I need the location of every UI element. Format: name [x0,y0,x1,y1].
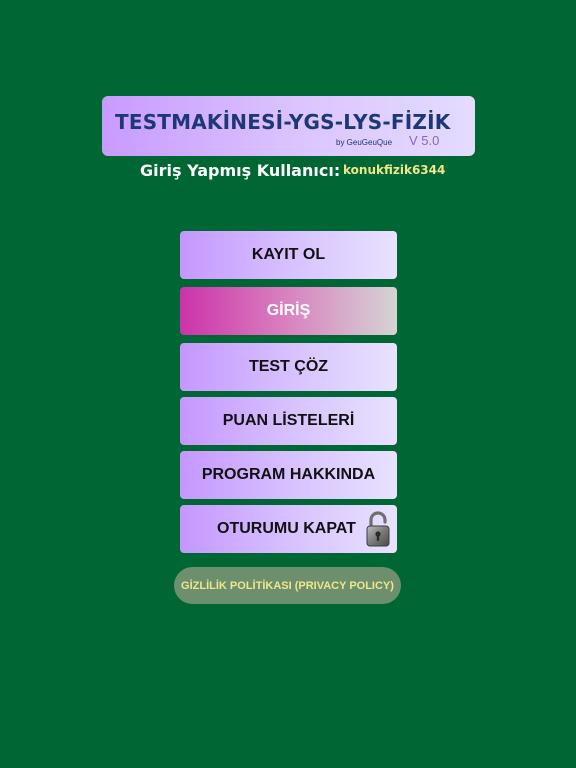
solve-test-button[interactable]: TEST ÇÖZ [180,343,397,391]
score-lists-button-label: PUAN LİSTELERİ [222,412,355,429]
register-button[interactable]: KAYIT OL [180,231,397,279]
login-button[interactable]: GİRİŞ [180,287,397,335]
score-lists-button[interactable]: PUAN LİSTELERİ [180,397,397,445]
app-byline: by GeuGeuQue [336,138,393,147]
app-title: TESTMAKİNESİ-YGS-LYS-FİZİK [115,110,451,134]
about-program-button[interactable]: PROGRAM HAKKINDA [180,451,397,499]
logged-in-username: konukfizik6344 [343,163,446,177]
logout-button[interactable]: OTURUMU KAPAT [180,505,397,553]
logged-in-user-label: Giriş Yapmış Kullanıcı: [140,161,341,180]
solve-test-button-label: TEST ÇÖZ [248,358,329,375]
privacy-policy-label: GİZLİLİK POLİTİKASI (PRIVACY POLICY) [181,579,394,592]
app-version: V 5.0 [409,133,440,148]
register-button-label: KAYIT OL [251,246,326,263]
login-button-label: GİRİŞ [266,302,311,319]
app-title-banner: TESTMAKİNESİ-YGS-LYS-FİZİK by GeuGeuQue … [102,96,475,156]
privacy-policy-button[interactable]: GİZLİLİK POLİTİKASI (PRIVACY POLICY) [174,567,401,604]
padlock-icon [366,511,390,547]
about-program-button-label: PROGRAM HAKKINDA [201,466,376,483]
logout-button-label: OTURUMU KAPAT [217,520,356,537]
